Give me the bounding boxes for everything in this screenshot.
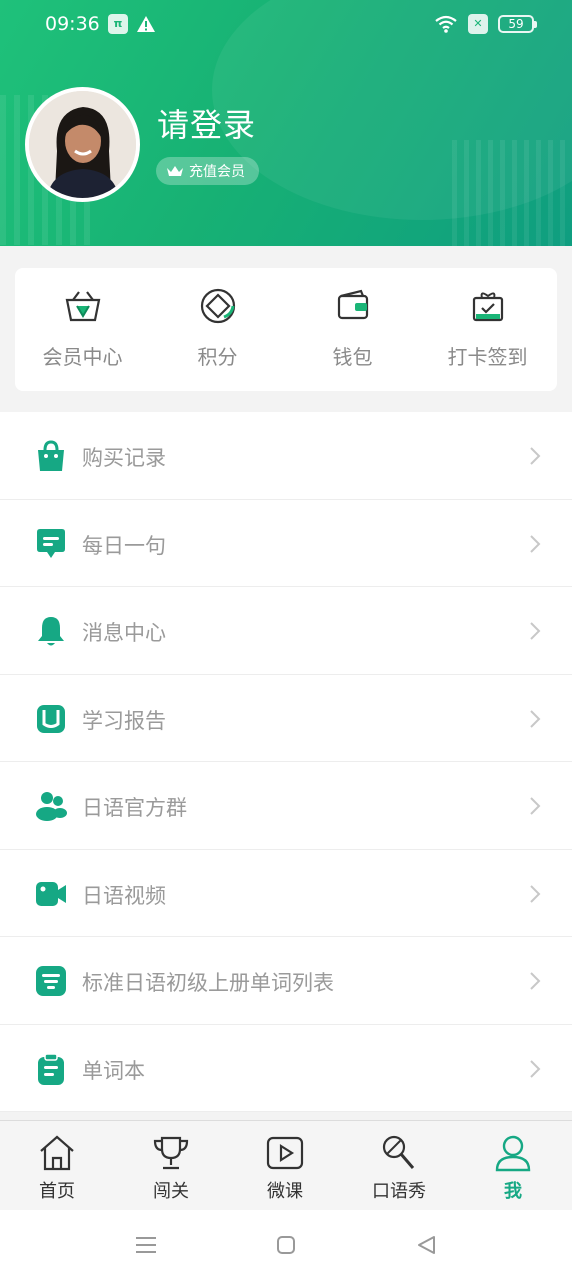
shopping-bag-icon <box>38 440 64 471</box>
menu-item-study-report[interactable]: 学习报告 <box>0 675 572 762</box>
trophy-icon <box>153 1136 189 1170</box>
menu-item-label: 日语视频 <box>82 883 166 908</box>
tab-home[interactable]: 首页 <box>0 1121 114 1211</box>
menu-item-label: 日语官方群 <box>82 796 187 820</box>
quick-label: 打卡签到 <box>447 345 528 369</box>
report-icon <box>37 704 65 733</box>
tab-label: 微课 <box>267 1181 303 1202</box>
tab-label: 我 <box>504 1181 522 1202</box>
quick-vip-center[interactable]: 会员中心 <box>15 268 150 391</box>
settings-menu-list: 购买记录 每日一句 消息中心 学习报告 日语官方群 日语视频 标准日语初级上册单… <box>0 412 572 1112</box>
crown-icon <box>167 166 183 176</box>
menu-item-word-list[interactable]: 标准日语初级上册单词列表 <box>0 937 572 1025</box>
quick-points[interactable]: 积分 <box>150 268 285 391</box>
menu-item-label: 标准日语初级上册单词列表 <box>82 971 334 995</box>
menu-item-official-group[interactable]: 日语官方群 <box>0 762 572 850</box>
menu-item-label: 消息中心 <box>82 621 166 645</box>
quick-checkin[interactable]: 打卡签到 <box>420 268 555 391</box>
menu-item-label: 学习报告 <box>82 708 166 733</box>
status-bar: 09:36 π ✕ 59 <box>0 0 572 50</box>
avatar[interactable] <box>25 87 140 202</box>
recharge-vip-button[interactable]: 充值会员 <box>156 157 259 185</box>
vip-badge-label: 充值会员 <box>189 164 245 180</box>
quick-label: 会员中心 <box>42 345 123 369</box>
status-time: 09:36 <box>45 13 100 35</box>
chevron-right-icon <box>530 447 541 465</box>
clipboard-icon <box>38 1052 64 1085</box>
menu-item-vocabulary-book[interactable]: 单词本 <box>0 1025 572 1112</box>
play-icon <box>266 1136 304 1170</box>
chevron-right-icon <box>530 884 541 903</box>
battery-icon: 59 <box>498 15 537 33</box>
chevron-right-icon <box>530 1059 541 1078</box>
menu-item-japanese-video[interactable]: 日语视频 <box>0 850 572 937</box>
chevron-right-icon <box>530 622 541 640</box>
app-notification-icon: π <box>108 14 128 34</box>
quick-wallet[interactable]: 钱包 <box>285 268 420 391</box>
back-icon[interactable] <box>416 1235 436 1255</box>
chat-bubble-icon <box>37 528 65 558</box>
group-icon <box>36 792 67 821</box>
login-prompt[interactable]: 请登录 <box>157 100 256 146</box>
warning-icon <box>137 16 155 32</box>
list-filter-icon <box>36 966 66 996</box>
sim-blocked-icon: ✕ <box>468 14 488 34</box>
points-diamond-icon <box>200 288 235 324</box>
quick-label: 钱包 <box>332 345 373 369</box>
tab-challenge[interactable]: 闯关 <box>114 1121 228 1211</box>
microphone-icon <box>382 1135 415 1169</box>
chevron-right-icon <box>530 797 541 815</box>
tab-speaking-show[interactable]: 口语秀 <box>342 1121 456 1211</box>
tab-me[interactable]: 我 <box>456 1121 570 1211</box>
bell-icon <box>38 617 64 646</box>
profile-header: 09:36 π ✕ 59 请登录 充值会员 <box>0 0 572 246</box>
tab-label: 首页 <box>39 1181 75 1202</box>
quick-label: 积分 <box>197 345 238 369</box>
avatar-portrait-icon <box>29 91 136 198</box>
bottom-tab-bar: 首页 闯关 微课 口语秀 我 <box>0 1120 572 1210</box>
vip-basket-icon <box>65 291 100 322</box>
home-square-icon[interactable] <box>276 1235 296 1255</box>
menu-item-message-center[interactable]: 消息中心 <box>0 587 572 675</box>
tab-label: 口语秀 <box>372 1181 426 1202</box>
header-stripes-right <box>452 140 572 246</box>
menu-item-label: 购买记录 <box>82 446 166 470</box>
wifi-icon <box>435 15 457 33</box>
video-camera-icon <box>36 881 66 906</box>
menu-item-daily-sentence[interactable]: 每日一句 <box>0 500 572 587</box>
chevron-right-icon <box>530 709 541 728</box>
tab-label: 闯关 <box>153 1181 189 1202</box>
menu-item-purchase-records[interactable]: 购买记录 <box>0 412 572 500</box>
chevron-right-icon <box>530 972 541 990</box>
menu-item-label: 每日一句 <box>82 533 166 558</box>
menu-icon[interactable] <box>135 1235 157 1255</box>
chevron-right-icon <box>530 534 541 553</box>
tab-micro-course[interactable]: 微课 <box>228 1121 342 1211</box>
checkin-gift-icon <box>472 292 503 322</box>
menu-item-label: 单词本 <box>82 1058 145 1083</box>
quick-actions-card: 会员中心 积分 钱包 打卡签到 <box>15 268 557 391</box>
home-icon <box>40 1135 74 1171</box>
person-icon <box>495 1135 531 1172</box>
system-navigation-bar <box>0 1210 572 1280</box>
wallet-icon <box>337 289 368 320</box>
